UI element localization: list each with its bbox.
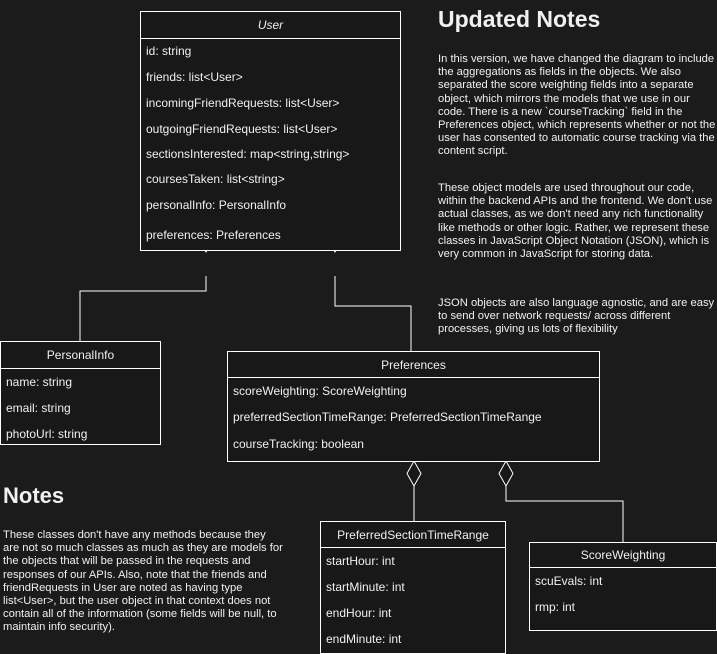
class-field: startMinute: int	[326, 580, 405, 594]
aggregation-diamond	[406, 459, 422, 488]
class-field: preferences: Preferences	[146, 228, 281, 242]
notes-heading: Notes	[3, 483, 65, 508]
updated-notes-paragraph: In this version, we have changed the dia…	[438, 53, 716, 158]
class-field: id: string	[146, 44, 192, 58]
class-personal-info: PersonalInfo name: string email: string …	[0, 341, 161, 445]
class-field: courseTracking: boolean	[233, 437, 364, 451]
updated-notes-heading: Updated Notes	[438, 6, 601, 32]
updated-notes-paragraph: JSON objects are also language agnostic,…	[438, 297, 715, 336]
class-field: scuEvals: int	[535, 574, 603, 588]
updated-notes-paragraph: These object models are used throughout …	[438, 182, 713, 261]
class-field: rmp: int	[535, 600, 576, 614]
class-title: User	[141, 12, 400, 39]
class-title: ScoreWeighting	[530, 543, 716, 568]
class-field: email: string	[6, 401, 71, 415]
class-preferences: Preferences scoreWeighting: ScoreWeighti…	[227, 351, 600, 462]
class-field: name: string	[6, 375, 73, 389]
class-field: endMinute: int	[326, 632, 402, 646]
aggregation-diamond	[498, 459, 514, 488]
class-field: scoreWeighting: ScoreWeighting	[233, 384, 407, 398]
class-preferred-section-time-range: PreferredSectionTimeRange startHour: int…	[320, 521, 506, 654]
class-title: Preferences	[228, 352, 599, 378]
class-field: coursesTaken: list<string>	[146, 172, 285, 186]
connector-user-preferences	[334, 276, 412, 351]
class-field: personalInfo: PersonalInfo	[146, 198, 287, 212]
class-field: incomingFriendRequests: list<User>	[146, 96, 340, 110]
class-field: sectionsInterested: map<string,string>	[146, 147, 350, 161]
class-field: endHour: int	[326, 606, 392, 620]
connector-preferences-scoreweighting	[505, 486, 624, 542]
notes-paragraph: These classes don't have any methods bec…	[3, 529, 283, 634]
class-user: User id: string friends: list<User> inco…	[140, 11, 401, 251]
class-field: preferredSectionTimeRange: PreferredSect…	[233, 410, 542, 424]
connector-user-personalinfo	[79, 276, 207, 341]
class-field: outgoingFriendRequests: list<User>	[146, 122, 338, 136]
class-title: PreferredSectionTimeRange	[321, 522, 505, 548]
class-title: PersonalInfo	[1, 342, 160, 369]
class-score-weighting: ScoreWeighting scuEvals: int rmp: int	[529, 542, 717, 631]
class-field: friends: list<User>	[146, 70, 243, 84]
class-field: photoUrl: string	[6, 427, 88, 441]
class-field: startHour: int	[326, 554, 395, 568]
